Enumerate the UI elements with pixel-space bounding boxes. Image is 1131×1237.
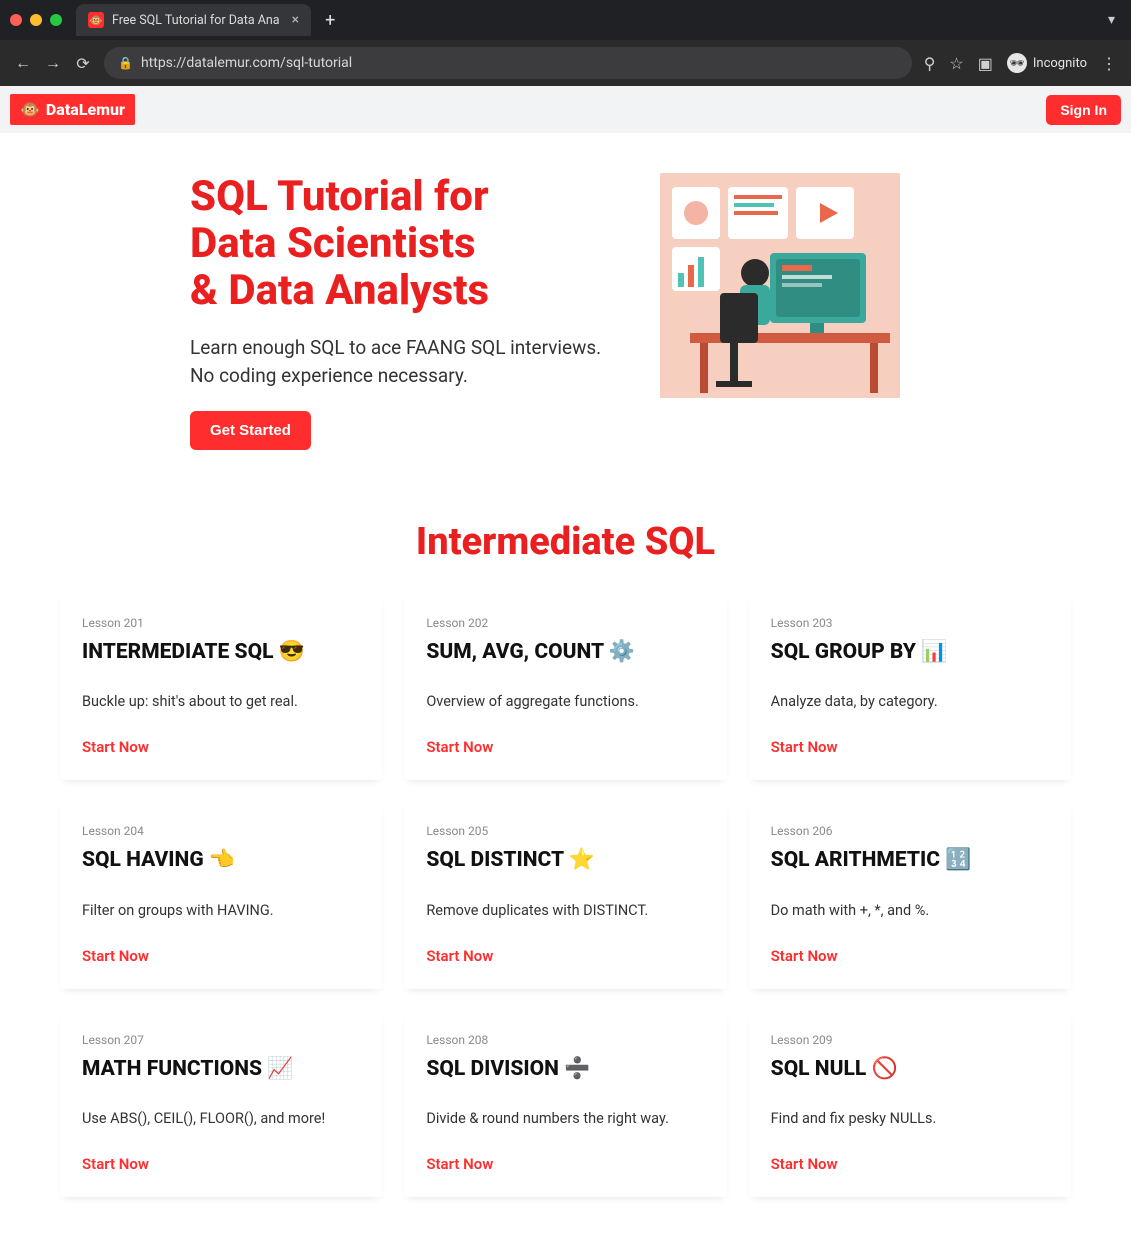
site-header: 🐵 DataLemur Sign In bbox=[0, 86, 1131, 133]
lesson-description: Do math with +, *, and %. bbox=[771, 902, 1049, 919]
lesson-card[interactable]: Lesson 205 SQL DISTINCT ⭐ Remove duplicate… bbox=[404, 802, 726, 988]
tab-favicon-icon: 🐵 bbox=[88, 12, 104, 28]
lesson-kicker: Lesson 207 bbox=[82, 1033, 360, 1047]
menu-button[interactable]: ⋮ bbox=[1101, 54, 1117, 73]
start-now-link[interactable]: Start Now bbox=[426, 738, 704, 756]
get-started-button[interactable]: Get Started bbox=[190, 411, 311, 450]
bookmark-icon[interactable]: ☆ bbox=[949, 54, 963, 73]
hero-subtitle: Learn enough SQL to ace FAANG SQL interv… bbox=[190, 334, 620, 389]
start-now-link[interactable]: Start Now bbox=[82, 1155, 360, 1173]
lesson-card[interactable]: Lesson 208 SQL DIVISION ➗ Divide & round n… bbox=[404, 1011, 726, 1197]
incognito-indicator[interactable]: 🕶 Incognito bbox=[1007, 53, 1087, 73]
lesson-title: SQL GROUP BY 📊 bbox=[771, 640, 1049, 665]
lesson-kicker: Lesson 202 bbox=[426, 616, 704, 630]
lesson-title: SQL NULL 🚫 bbox=[771, 1057, 1049, 1082]
back-button[interactable]: ← bbox=[14, 53, 32, 73]
search-icon[interactable]: ⚲ bbox=[924, 54, 936, 73]
lesson-kicker: Lesson 205 bbox=[426, 824, 704, 838]
section-title: Intermediate SQL bbox=[0, 520, 1131, 564]
lesson-description: Filter on groups with HAVING. bbox=[82, 902, 360, 919]
lesson-title: MATH FUNCTIONS 📈 bbox=[82, 1057, 360, 1082]
start-now-link[interactable]: Start Now bbox=[82, 738, 360, 756]
start-now-link[interactable]: Start Now bbox=[771, 1155, 1049, 1173]
new-tab-button[interactable]: + bbox=[325, 10, 335, 31]
panel-icon[interactable]: ▣ bbox=[978, 54, 993, 73]
start-now-link[interactable]: Start Now bbox=[426, 1155, 704, 1173]
lemur-icon: 🐵 bbox=[20, 100, 40, 119]
browser-chrome: 🐵 Free SQL Tutorial for Data Ana × + ▾ ←… bbox=[0, 0, 1131, 86]
lesson-kicker: Lesson 209 bbox=[771, 1033, 1049, 1047]
lesson-title: SQL HAVING 👈 bbox=[82, 848, 360, 873]
start-now-link[interactable]: Start Now bbox=[426, 947, 704, 965]
window-controls bbox=[10, 14, 62, 26]
hero: SQL Tutorial for Data Scientists & Data … bbox=[0, 133, 1131, 480]
lesson-description: Remove duplicates with DISTINCT. bbox=[426, 902, 704, 919]
hero-title-line: & Data Analysts bbox=[190, 266, 489, 315]
lesson-description: Divide & round numbers the right way. bbox=[426, 1110, 704, 1127]
lesson-description: Overview of aggregate functions. bbox=[426, 693, 704, 710]
chevron-down-icon[interactable]: ▾ bbox=[1108, 12, 1115, 28]
close-window-button[interactable] bbox=[10, 14, 22, 26]
lesson-card[interactable]: Lesson 203 SQL GROUP BY 📊 Analyze data, by… bbox=[749, 594, 1071, 780]
lesson-title: SQL ARITHMETIC 🔢 bbox=[771, 848, 1049, 873]
lesson-kicker: Lesson 201 bbox=[82, 616, 360, 630]
lesson-title: SQL DISTINCT ⭐ bbox=[426, 848, 704, 873]
tab-close-icon[interactable]: × bbox=[292, 12, 299, 28]
sign-in-button[interactable]: Sign In bbox=[1046, 95, 1121, 125]
tab-title: Free SQL Tutorial for Data Ana bbox=[112, 13, 280, 28]
hero-title-line: SQL Tutorial for bbox=[190, 172, 489, 221]
lesson-card[interactable]: Lesson 204 SQL HAVING 👈 Filter on groups w… bbox=[60, 802, 382, 988]
lessons-grid: Lesson 201 INTERMEDIATE SQL 😎 Buckle up: s… bbox=[0, 594, 1131, 1237]
browser-titlebar: 🐵 Free SQL Tutorial for Data Ana × + ▾ bbox=[0, 0, 1131, 40]
url-text: https://datalemur.com/sql-tutorial bbox=[141, 55, 352, 71]
lesson-kicker: Lesson 203 bbox=[771, 616, 1049, 630]
start-now-link[interactable]: Start Now bbox=[82, 947, 360, 965]
lesson-card[interactable]: Lesson 202 SUM, AVG, COUNT ⚙️ Overview of … bbox=[404, 594, 726, 780]
lesson-title: SQL DIVISION ➗ bbox=[426, 1057, 704, 1082]
hero-text: SQL Tutorial for Data Scientists & Data … bbox=[190, 173, 620, 450]
lesson-description: Buckle up: shit's about to get real. bbox=[82, 693, 360, 710]
minimize-window-button[interactable] bbox=[30, 14, 42, 26]
lesson-kicker: Lesson 204 bbox=[82, 824, 360, 838]
lesson-kicker: Lesson 206 bbox=[771, 824, 1049, 838]
brand-name: DataLemur bbox=[46, 100, 125, 119]
lesson-card[interactable]: Lesson 207 MATH FUNCTIONS 📈 Use ABS(), CEI… bbox=[60, 1011, 382, 1197]
address-bar[interactable]: 🔒 https://datalemur.com/sql-tutorial bbox=[104, 47, 912, 79]
toolbar-right: ⚲ ☆ ▣ 🕶 Incognito ⋮ bbox=[924, 53, 1117, 73]
forward-button[interactable]: → bbox=[44, 53, 62, 73]
lesson-card[interactable]: Lesson 206 SQL ARITHMETIC 🔢 Do math with +… bbox=[749, 802, 1071, 988]
lesson-kicker: Lesson 208 bbox=[426, 1033, 704, 1047]
maximize-window-button[interactable] bbox=[50, 14, 62, 26]
hero-title-line: Data Scientists bbox=[190, 219, 476, 268]
browser-tab[interactable]: 🐵 Free SQL Tutorial for Data Ana × bbox=[76, 4, 311, 36]
hero-title: SQL Tutorial for Data Scientists & Data … bbox=[190, 173, 620, 314]
lesson-description: Find and fix pesky NULLs. bbox=[771, 1110, 1049, 1127]
brand-logo[interactable]: 🐵 DataLemur bbox=[10, 94, 135, 125]
lesson-card[interactable]: Lesson 201 INTERMEDIATE SQL 😎 Buckle up: s… bbox=[60, 594, 382, 780]
start-now-link[interactable]: Start Now bbox=[771, 738, 1049, 756]
hero-illustration bbox=[660, 173, 900, 398]
lesson-description: Analyze data, by category. bbox=[771, 693, 1049, 710]
lesson-title: SUM, AVG, COUNT ⚙️ bbox=[426, 640, 704, 665]
incognito-label: Incognito bbox=[1033, 56, 1087, 71]
start-now-link[interactable]: Start Now bbox=[771, 947, 1049, 965]
incognito-icon: 🕶 bbox=[1007, 53, 1027, 73]
lesson-description: Use ABS(), CEIL(), FLOOR(), and more! bbox=[82, 1110, 360, 1127]
browser-toolbar: ← → ⟳ 🔒 https://datalemur.com/sql-tutori… bbox=[0, 40, 1131, 86]
lock-icon: 🔒 bbox=[118, 56, 133, 70]
lesson-title: INTERMEDIATE SQL 😎 bbox=[82, 640, 360, 665]
lesson-card[interactable]: Lesson 209 SQL NULL 🚫 Find and fix pesky N… bbox=[749, 1011, 1071, 1197]
reload-button[interactable]: ⟳ bbox=[74, 54, 92, 73]
